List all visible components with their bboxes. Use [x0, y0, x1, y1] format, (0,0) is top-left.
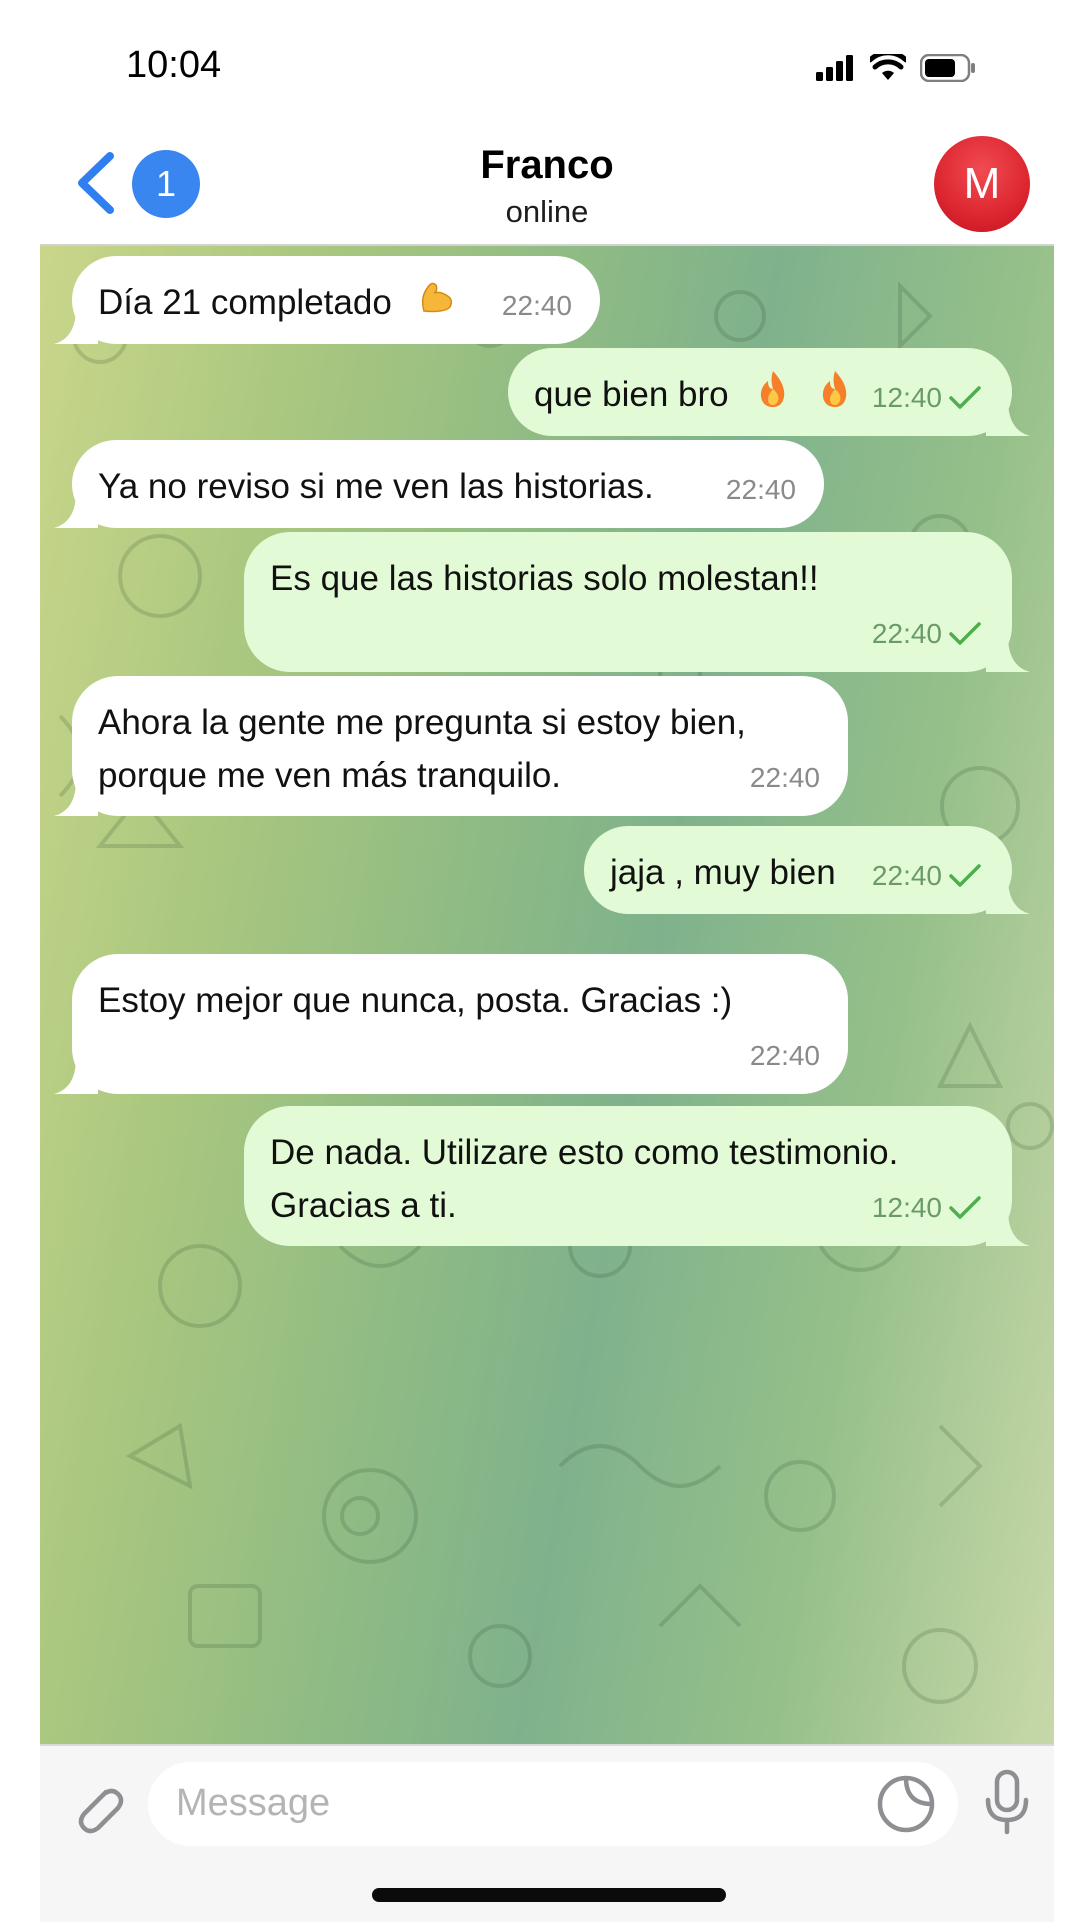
contact-status: online	[505, 194, 589, 229]
fire-emoji-icon	[756, 369, 790, 424]
message-text: De nada. Utilizare esto como testimonio.…	[270, 1133, 899, 1225]
message-time: 22:40	[749, 1040, 820, 1071]
message-input-placeholder[interactable]: Message	[176, 1782, 330, 1825]
flexed-biceps-emoji-icon	[416, 277, 456, 332]
contact-name[interactable]: Franco	[40, 143, 1054, 188]
message-text: Ya no reviso si me ven las historias.	[98, 467, 654, 506]
bubble-tail	[986, 878, 1030, 914]
chat-area[interactable]: Día 21 completado 22:40 que bien bro 12:…	[40, 246, 1054, 1744]
home-indicator[interactable]	[372, 1888, 726, 1902]
message-text: jaja , muy bien	[610, 853, 836, 892]
message-text: Ahora la gente me pregunta si estoy bien…	[98, 703, 746, 795]
message-time: 22:40	[725, 474, 796, 505]
microphone-icon[interactable]	[980, 1768, 1034, 1838]
message-time: 22:40	[872, 607, 982, 660]
bubble-tail	[986, 400, 1030, 436]
message-text: Es que las historias solo molestan!!	[270, 559, 819, 598]
read-check-icon	[949, 621, 981, 645]
message-bubble-outgoing[interactable]: que bien bro 12:40	[508, 348, 1030, 436]
bubble-tail	[986, 1210, 1030, 1246]
message-text: Día 21 completado	[98, 283, 392, 322]
bubble-tail	[54, 780, 98, 816]
message-time: 22:40	[501, 290, 572, 321]
message-bubble-outgoing[interactable]: jaja , muy bien 22:40	[584, 826, 1030, 914]
read-check-icon	[949, 385, 981, 409]
phone-screen: 10:04 1 Franco online M Día 21 completad…	[40, 0, 1054, 1922]
status-time: 10:04	[126, 44, 222, 86]
read-check-icon	[949, 863, 981, 887]
bubble-tail	[986, 636, 1030, 672]
status-icons	[816, 48, 976, 88]
message-bubble-incoming[interactable]: Ahora la gente me pregunta si estoy bien…	[54, 676, 848, 816]
read-check-icon	[949, 1195, 981, 1219]
battery-icon	[920, 54, 975, 82]
message-bubble-incoming[interactable]: Ya no reviso si me ven las historias. 22…	[54, 440, 824, 528]
bubble-tail	[54, 1058, 98, 1094]
message-time: 12:40	[872, 371, 982, 424]
sticker-icon[interactable]	[874, 1772, 938, 1836]
wifi-icon	[870, 54, 906, 80]
message-time: 22:40	[749, 762, 820, 793]
signal-icon	[816, 55, 853, 81]
bubble-tail	[54, 308, 98, 344]
message-bubble-outgoing[interactable]: De nada. Utilizare esto como testimonio.…	[244, 1106, 1030, 1246]
fire-emoji-icon	[818, 369, 852, 424]
avatar[interactable]: M	[934, 136, 1030, 232]
message-bubble-incoming[interactable]: Estoy mejor que nunca, posta. Gracias :)…	[54, 954, 848, 1094]
message-time: 12:40	[872, 1181, 982, 1234]
bubble-tail	[54, 492, 98, 528]
message-text: que bien bro	[534, 375, 729, 414]
message-bubble-outgoing[interactable]: Es que las historias solo molestan!! 22:…	[244, 532, 1030, 672]
message-text: Estoy mejor que nunca, posta. Gracias :)	[98, 981, 733, 1020]
message-bubble-incoming[interactable]: Día 21 completado 22:40	[54, 256, 600, 344]
paperclip-icon[interactable]	[66, 1778, 128, 1840]
status-bar: 10:04	[40, 0, 1054, 130]
message-time: 22:40	[872, 849, 982, 902]
